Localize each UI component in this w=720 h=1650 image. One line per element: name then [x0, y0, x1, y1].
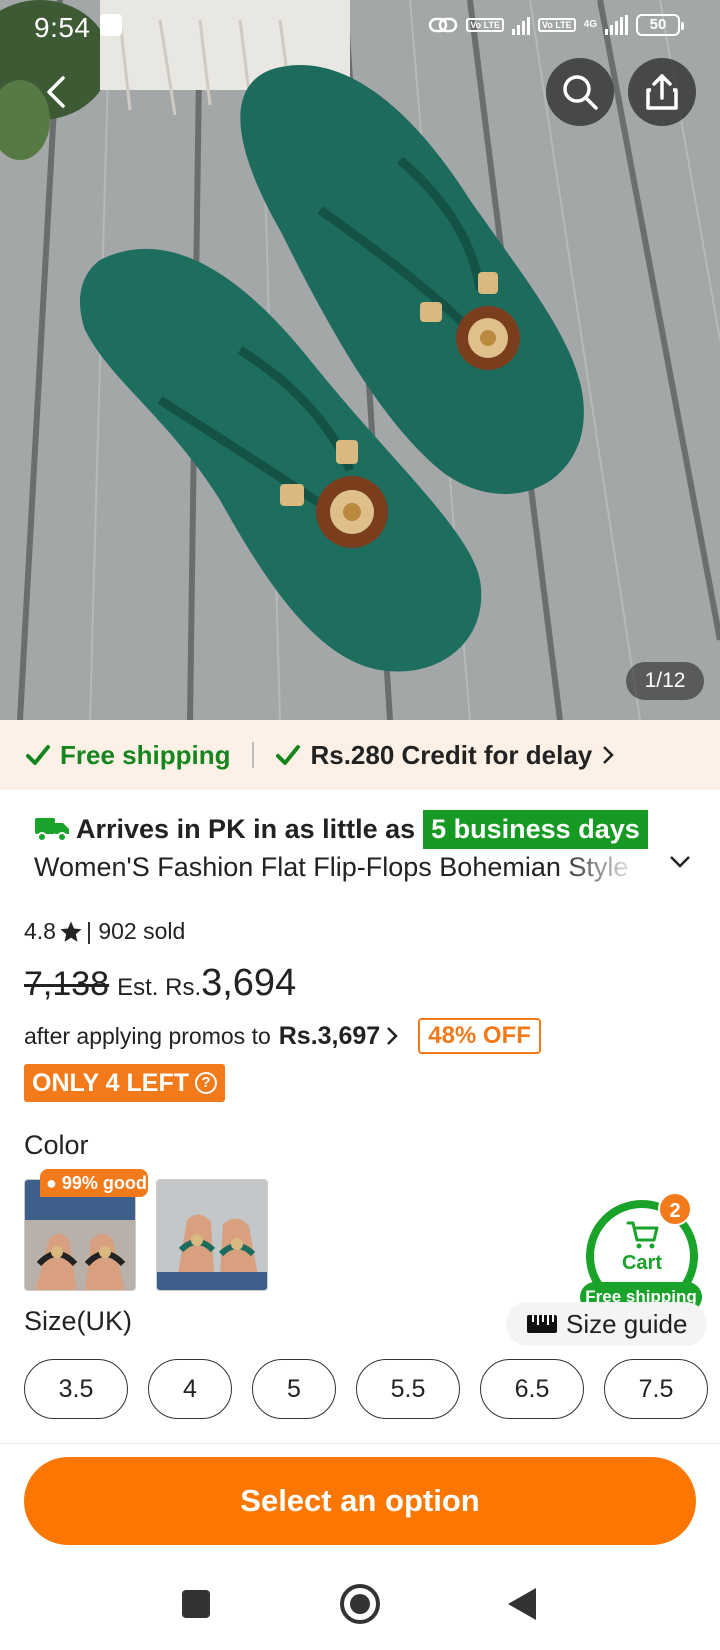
swatch-image-green — [157, 1180, 267, 1290]
star-icon — [60, 921, 82, 942]
help-icon: ? — [194, 1072, 217, 1094]
stock-label: ONLY 4 LEFT — [32, 1068, 189, 1097]
popularity-label: 99% good — [61, 1173, 147, 1193]
product-photo — [0, 0, 720, 720]
price-row: 7,138 Est. Rs. 3,694 — [24, 962, 296, 1005]
size-label: Size(UK) — [24, 1306, 133, 1336]
signal-icon-2 — [605, 15, 628, 35]
image-counter: 1/12 — [626, 662, 704, 700]
check-icon — [26, 745, 50, 765]
system-navigation-bar — [0, 1560, 720, 1650]
current-price: 3,694 — [201, 962, 297, 1004]
chevron-right-icon — [603, 746, 615, 764]
product-title[interactable]: Women'S Fashion Flat Flip-Flops Bohemian… — [34, 852, 634, 892]
ruler-icon — [527, 1315, 557, 1333]
cart-label: Cart — [621, 1252, 662, 1274]
arrival-estimate: Arrives in PK in as little as 5 business… — [34, 808, 648, 850]
rating-value: 4.8 — [24, 918, 56, 944]
free-shipping-label: Free shipping — [60, 739, 231, 770]
size-option[interactable]: 5 — [252, 1359, 336, 1419]
volte-badge-1: Vo LTE — [466, 18, 504, 32]
delay-credit-info[interactable]: Rs.280 Credit for delay — [276, 739, 615, 771]
size-option[interactable]: 4 — [148, 1359, 232, 1419]
delay-credit-label: Rs.280 Credit for delay — [310, 739, 593, 770]
back-triangle-icon[interactable] — [508, 1588, 536, 1620]
size-option[interactable]: 5.5 — [356, 1359, 460, 1419]
promo-row[interactable]: after applying promos to Rs.3,697 48% OF… — [24, 1018, 541, 1054]
link-icon — [429, 17, 458, 33]
cart-icon — [626, 1221, 659, 1249]
arrival-days-badge: 5 business days — [423, 809, 648, 849]
status-indicators: Vo LTE Vo LTE 4G 50 — [428, 14, 684, 36]
status-bar: 9:54 Vo LTE Vo LTE 4G 50 — [0, 0, 720, 54]
chevron-right-icon — [387, 1027, 398, 1045]
original-price: 7,138 — [24, 965, 110, 1003]
search-icon — [563, 75, 598, 110]
search-button[interactable] — [546, 58, 614, 126]
divider — [252, 742, 255, 768]
share-icon — [646, 74, 678, 110]
divider — [0, 1443, 720, 1444]
notification-icon — [100, 14, 122, 36]
size-options: 3.5 4 5 5.5 6.5 7.5 — [24, 1359, 708, 1419]
promo-price: Rs.3,697 — [278, 1021, 381, 1050]
arrival-text: Arrives in PK in as little as — [76, 813, 416, 844]
rating-summary[interactable]: 4.8 | 902 sold — [24, 918, 185, 945]
select-option-button[interactable]: Select an option — [24, 1457, 696, 1545]
signal-icon-1 — [511, 15, 530, 35]
home-icon[interactable] — [340, 1584, 380, 1624]
check-icon — [276, 745, 301, 765]
recent-apps-icon[interactable] — [182, 1590, 210, 1618]
share-button[interactable] — [628, 58, 696, 126]
free-shipping-info: Free shipping — [26, 740, 230, 771]
size-option[interactable]: 7.5 — [604, 1359, 708, 1419]
size-option[interactable]: 6.5 — [480, 1359, 584, 1419]
status-time: 9:54 — [34, 12, 91, 43]
floating-cart-button[interactable]: Cart 2 Free shipping — [580, 1192, 702, 1312]
color-option-green[interactable] — [156, 1179, 268, 1291]
volte-badge-2: Vo LTE — [537, 18, 576, 32]
back-arrow-icon — [47, 76, 65, 108]
back-button[interactable] — [22, 58, 90, 126]
network-type-label: 4G — [583, 19, 597, 30]
cart-count-badge: 2 — [658, 1192, 692, 1226]
sold-count: | 902 sold — [85, 918, 186, 944]
size-guide-button[interactable]: Size guide — [506, 1302, 708, 1346]
title-fade — [560, 852, 640, 892]
popularity-badge: ● 99% good — [40, 1169, 148, 1197]
chevron-down-icon[interactable] — [668, 854, 692, 870]
size-guide-label: Size guide — [566, 1308, 688, 1339]
est-price-label: Est. Rs. — [117, 974, 202, 1001]
shipping-benefits-strip[interactable]: Free shipping Rs.280 Credit for delay — [0, 720, 720, 790]
promo-text: after applying promos to — [24, 1022, 271, 1049]
color-label: Color — [24, 1130, 89, 1160]
delivery-truck-icon — [35, 818, 69, 842]
discount-badge: 48% OFF — [418, 1018, 541, 1054]
size-option[interactable]: 3.5 — [24, 1359, 128, 1419]
fire-icon: ● — [46, 1173, 57, 1193]
battery-icon: 50 — [636, 14, 684, 36]
product-image-carousel[interactable]: 9:54 Vo LTE Vo LTE 4G 50 1/12 — [0, 0, 720, 720]
stock-badge[interactable]: ONLY 4 LEFT ? — [24, 1064, 225, 1102]
